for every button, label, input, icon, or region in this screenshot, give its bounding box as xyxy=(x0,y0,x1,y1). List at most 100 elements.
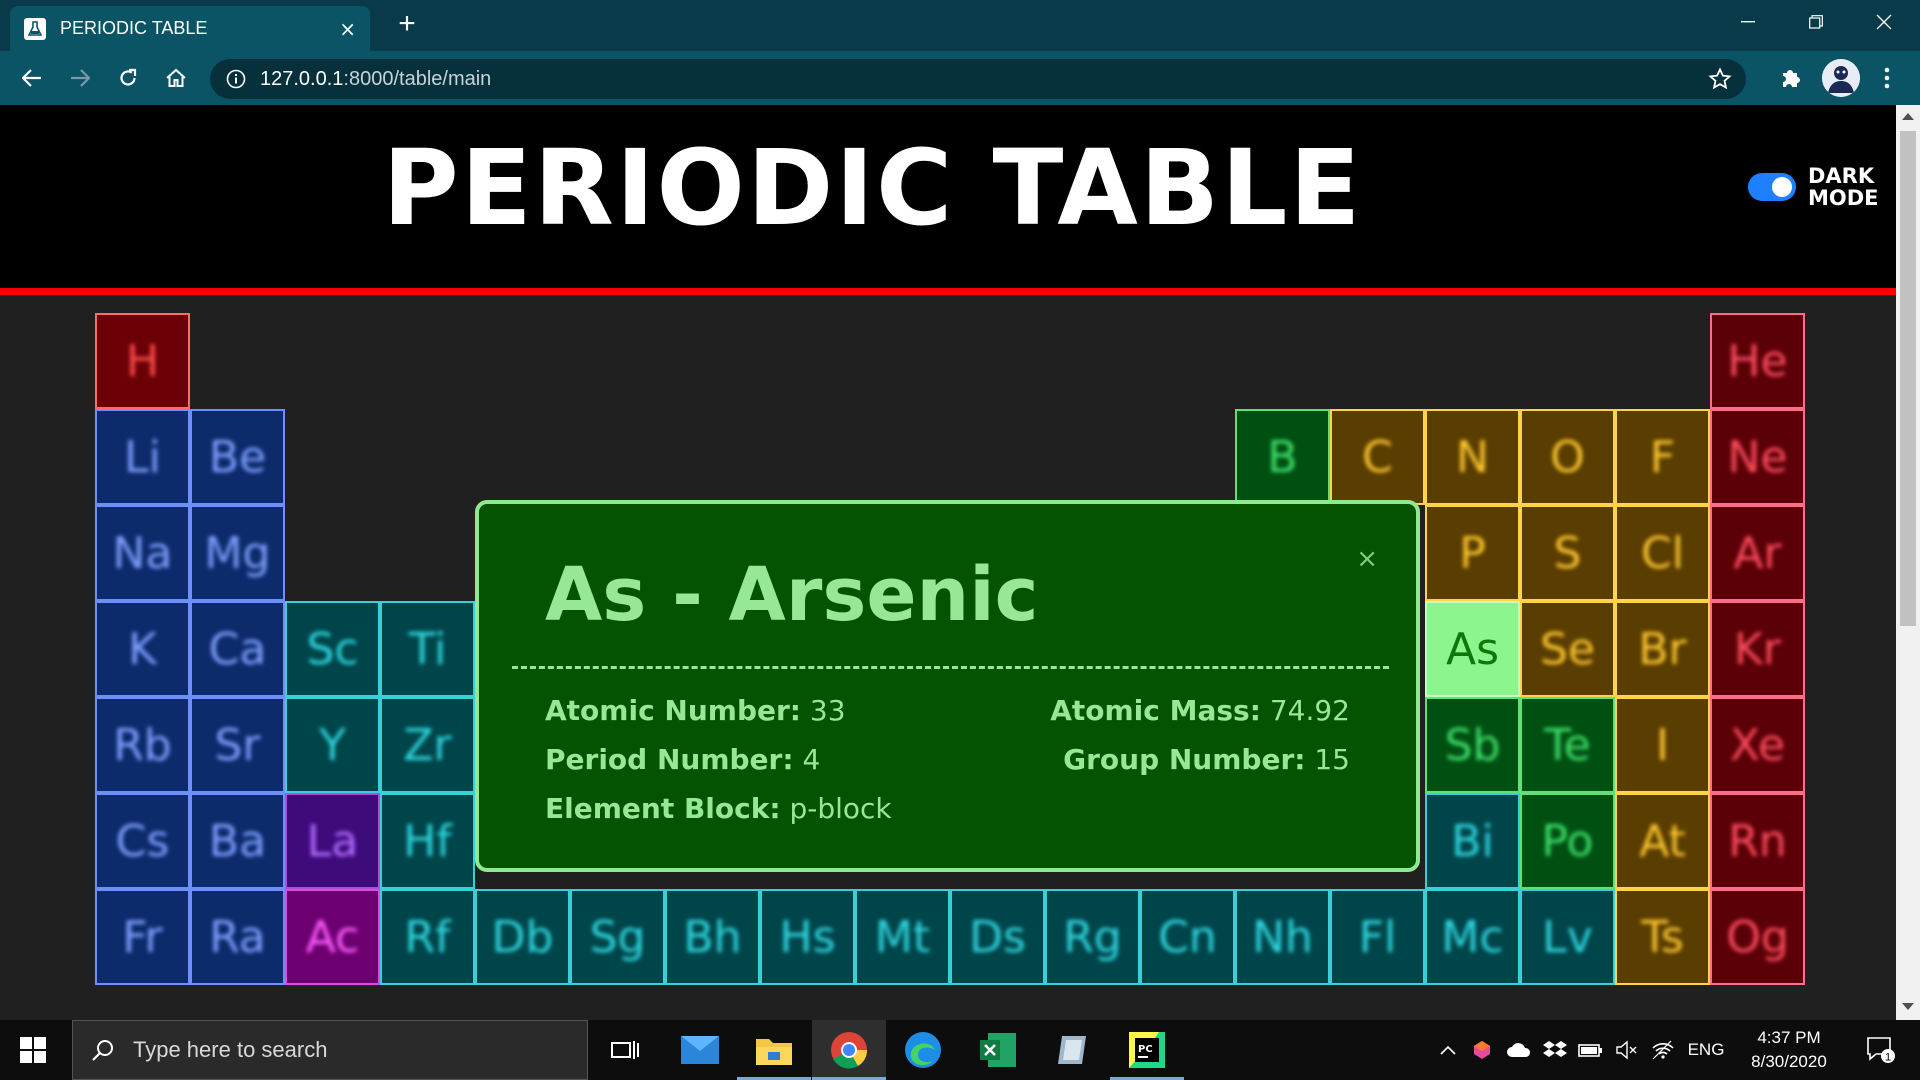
element-tile-hf[interactable]: Hf xyxy=(380,793,475,889)
element-tile-rb[interactable]: Rb xyxy=(95,697,190,793)
element-tile-p[interactable]: P xyxy=(1425,505,1520,601)
element-tile-ne[interactable]: Ne xyxy=(1710,409,1805,505)
more-menu-icon[interactable] xyxy=(1872,63,1902,93)
scroll-up-arrow-icon[interactable] xyxy=(1902,113,1914,120)
element-tile-fr[interactable]: Fr xyxy=(95,889,190,985)
element-tile-ti[interactable]: Ti xyxy=(380,601,475,697)
element-tile-f[interactable]: F xyxy=(1615,409,1710,505)
element-tile-as[interactable]: As xyxy=(1425,601,1520,697)
element-tile-sg[interactable]: Sg xyxy=(570,889,665,985)
element-tile-se[interactable]: Se xyxy=(1520,601,1615,697)
element-tile-h[interactable]: H xyxy=(95,313,190,409)
new-tab-button[interactable]: + xyxy=(390,8,424,42)
forward-button[interactable] xyxy=(65,63,95,93)
element-tile-n[interactable]: N xyxy=(1425,409,1520,505)
element-tile-s[interactable]: S xyxy=(1520,505,1615,601)
element-tile-cs[interactable]: Cs xyxy=(95,793,190,889)
scroll-down-arrow-icon[interactable] xyxy=(1902,1003,1914,1010)
element-tile-mt[interactable]: Mt xyxy=(855,889,950,985)
modal-close-button[interactable]: × xyxy=(1356,544,1378,574)
bookmark-star-icon[interactable] xyxy=(1708,67,1732,91)
element-tile-sb[interactable]: Sb xyxy=(1425,697,1520,793)
notes-app-icon[interactable] xyxy=(1036,1020,1110,1080)
info-icon[interactable] xyxy=(226,69,246,89)
element-tile-po[interactable]: Po xyxy=(1520,793,1615,889)
file-explorer-icon[interactable] xyxy=(737,1020,811,1080)
element-tile-sr[interactable]: Sr xyxy=(190,697,285,793)
element-tile-c[interactable]: C xyxy=(1330,409,1425,505)
element-tile-ca[interactable]: Ca xyxy=(190,601,285,697)
element-tile-ra[interactable]: Ra xyxy=(190,889,285,985)
element-tile-lv[interactable]: Lv xyxy=(1520,889,1615,985)
element-tile-xe[interactable]: Xe xyxy=(1710,697,1805,793)
element-tile-fl[interactable]: Fl xyxy=(1330,889,1425,985)
url-text[interactable]: 127.0.0.1:8000/table/main xyxy=(260,68,491,91)
element-tile-k[interactable]: K xyxy=(95,601,190,697)
element-tile-kr[interactable]: Kr xyxy=(1710,601,1805,697)
pycharm-app-icon[interactable]: PC xyxy=(1110,1020,1184,1080)
element-tile-bi[interactable]: Bi xyxy=(1425,793,1520,889)
element-tile-og[interactable]: Og xyxy=(1710,889,1805,985)
element-tile-ts[interactable]: Ts xyxy=(1615,889,1710,985)
page-scrollbar[interactable] xyxy=(1896,105,1920,1020)
language-indicator[interactable]: ENG xyxy=(1684,1020,1728,1080)
tray-overflow-chevron-icon[interactable] xyxy=(1436,1020,1460,1080)
element-tile-mc[interactable]: Mc xyxy=(1425,889,1520,985)
notification-center-icon[interactable]: 1 xyxy=(1856,1020,1906,1080)
element-tile-zr[interactable]: Zr xyxy=(380,697,475,793)
dropbox-icon[interactable] xyxy=(1540,1020,1570,1080)
element-tile-i[interactable]: I xyxy=(1615,697,1710,793)
element-tile-li[interactable]: Li xyxy=(95,409,190,505)
browser-tab[interactable]: PERIODIC TABLE × xyxy=(10,6,370,51)
element-tile-mg[interactable]: Mg xyxy=(190,505,285,601)
home-icon[interactable] xyxy=(161,63,191,93)
profile-avatar[interactable] xyxy=(1822,59,1860,97)
dark-mode-toggle[interactable] xyxy=(1748,173,1796,201)
task-view-icon[interactable] xyxy=(588,1020,662,1080)
tray-app-colorful-icon[interactable] xyxy=(1468,1020,1496,1080)
element-tile-b[interactable]: B xyxy=(1235,409,1330,505)
system-clock[interactable]: 4:37 PM 8/30/2020 xyxy=(1734,1026,1844,1074)
element-tile-at[interactable]: At xyxy=(1615,793,1710,889)
reload-icon[interactable] xyxy=(113,63,143,93)
minimize-button[interactable] xyxy=(1718,0,1778,44)
element-tile-la[interactable]: La xyxy=(285,793,380,889)
element-tile-ds[interactable]: Ds xyxy=(950,889,1045,985)
wifi-icon[interactable] xyxy=(1648,1020,1678,1080)
element-tile-he[interactable]: He xyxy=(1710,313,1805,409)
element-tile-nh[interactable]: Nh xyxy=(1235,889,1330,985)
chrome-app-icon[interactable] xyxy=(812,1020,886,1080)
back-button[interactable] xyxy=(17,63,47,93)
battery-icon[interactable] xyxy=(1576,1020,1606,1080)
element-tile-ar[interactable]: Ar xyxy=(1710,505,1805,601)
element-tile-sc[interactable]: Sc xyxy=(285,601,380,697)
extensions-puzzle-icon[interactable] xyxy=(1775,63,1805,93)
element-tile-br[interactable]: Br xyxy=(1615,601,1710,697)
element-tile-db[interactable]: Db xyxy=(475,889,570,985)
element-tile-y[interactable]: Y xyxy=(285,697,380,793)
element-tile-rf[interactable]: Rf xyxy=(380,889,475,985)
window-close-button[interactable] xyxy=(1854,0,1914,44)
element-tile-hs[interactable]: Hs xyxy=(760,889,855,985)
onedrive-cloud-icon[interactable] xyxy=(1504,1020,1534,1080)
element-tile-na[interactable]: Na xyxy=(95,505,190,601)
mail-app-icon[interactable] xyxy=(663,1020,737,1080)
element-tile-be[interactable]: Be xyxy=(190,409,285,505)
excel-app-icon[interactable] xyxy=(961,1020,1035,1080)
scrollbar-thumb[interactable] xyxy=(1900,131,1916,626)
edge-app-icon[interactable] xyxy=(886,1020,960,1080)
address-bar[interactable]: 127.0.0.1:8000/table/main xyxy=(210,59,1746,99)
restore-button[interactable] xyxy=(1786,0,1846,44)
tab-close-button[interactable]: × xyxy=(339,17,356,41)
element-tile-ba[interactable]: Ba xyxy=(190,793,285,889)
element-tile-bh[interactable]: Bh xyxy=(665,889,760,985)
element-tile-rg[interactable]: Rg xyxy=(1045,889,1140,985)
taskbar-search-box[interactable]: Type here to search xyxy=(72,1020,588,1080)
element-tile-ac[interactable]: Ac xyxy=(285,889,380,985)
windows-start-icon[interactable] xyxy=(20,1037,46,1067)
element-tile-o[interactable]: O xyxy=(1520,409,1615,505)
dark-mode-switch[interactable]: DARK MODE xyxy=(1748,165,1896,209)
element-tile-te[interactable]: Te xyxy=(1520,697,1615,793)
element-tile-rn[interactable]: Rn xyxy=(1710,793,1805,889)
volume-muted-icon[interactable] xyxy=(1612,1020,1642,1080)
